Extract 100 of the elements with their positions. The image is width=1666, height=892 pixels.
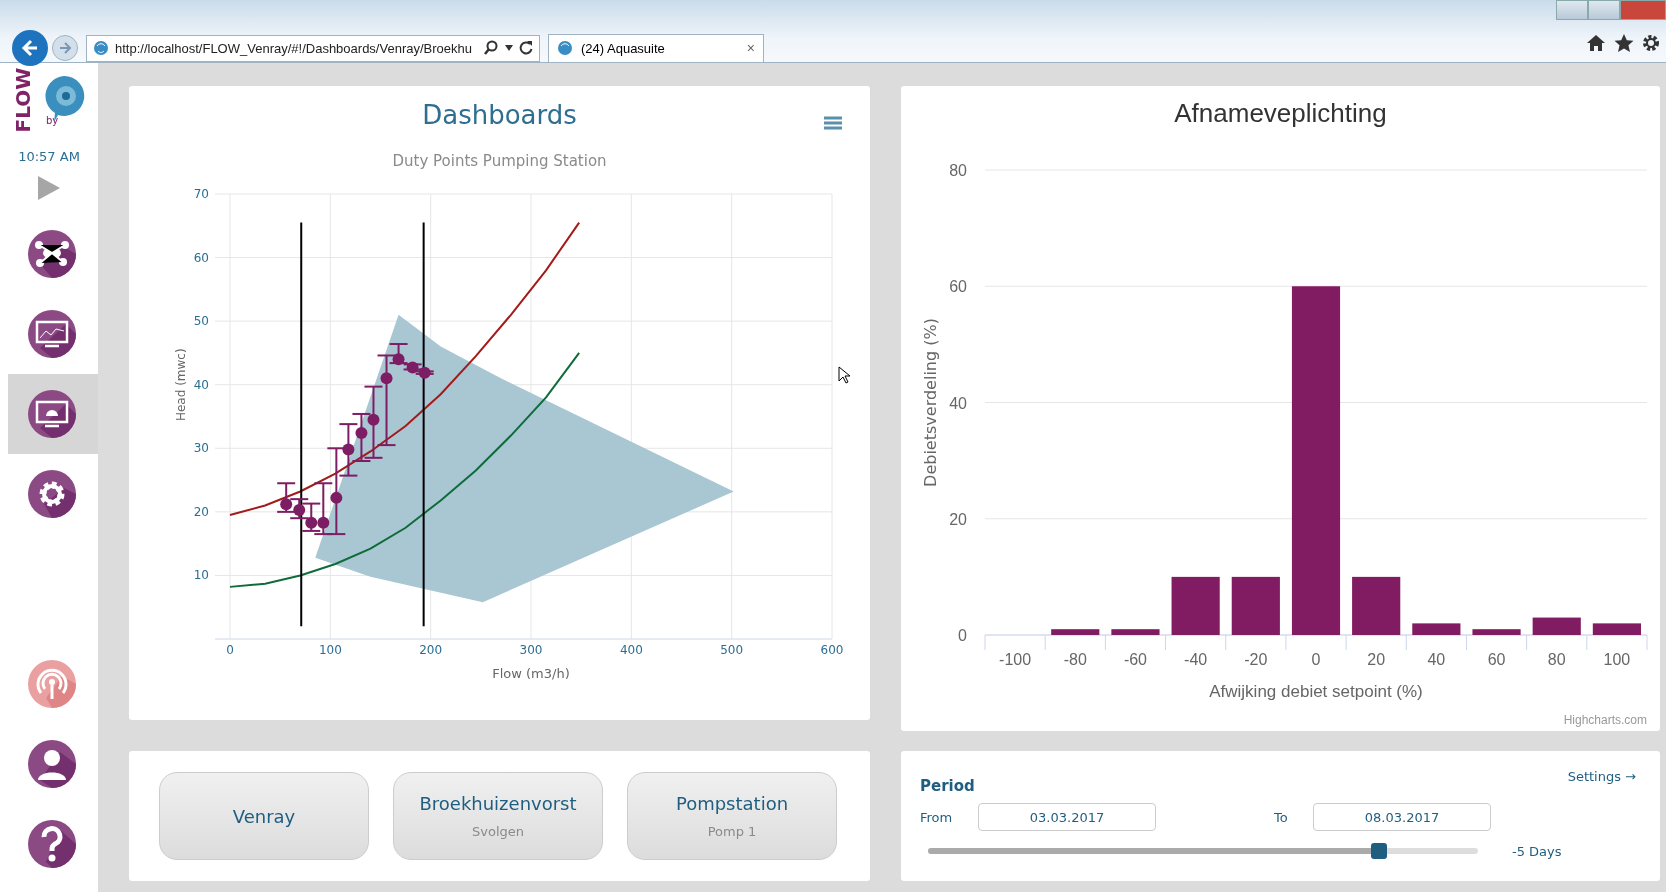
location-button[interactable]: Pompstation Pomp 1 bbox=[627, 772, 837, 860]
x-axis-title: Afwijking debiet setpoint (%) bbox=[1209, 682, 1423, 701]
url-text: http://localhost/FLOW_Venray/#!/Dashboards/Venray/Broekhu bbox=[115, 40, 473, 56]
axis-tick-label: 60 bbox=[949, 278, 967, 296]
axis-tick-label: 600 bbox=[820, 643, 844, 657]
axis-tick-label: -80 bbox=[1063, 651, 1087, 668]
data-point bbox=[305, 516, 318, 529]
cursor-icon bbox=[838, 366, 850, 384]
close-tab-button[interactable]: × bbox=[746, 40, 755, 56]
axis-tick-label: 50 bbox=[193, 314, 209, 329]
axis-tick-label: 100 bbox=[318, 643, 342, 657]
from-date-field[interactable]: 03.03.2017 bbox=[978, 803, 1156, 831]
home-icon[interactable] bbox=[1586, 34, 1606, 52]
globe-icon bbox=[93, 40, 109, 56]
back-button[interactable] bbox=[12, 30, 48, 66]
data-point bbox=[380, 372, 393, 385]
chart-subtitle: Duty Points Pumping Station bbox=[391, 152, 608, 172]
data-point bbox=[406, 361, 419, 374]
error-bar bbox=[289, 498, 310, 520]
caret-icon[interactable] bbox=[505, 45, 513, 51]
axis-tick-label: 40 bbox=[193, 377, 209, 392]
bar bbox=[1412, 623, 1461, 635]
logo-by-text: by bbox=[46, 115, 59, 126]
axis-tick-label: 400 bbox=[619, 643, 643, 657]
bar bbox=[1171, 576, 1220, 635]
settings-icon[interactable] bbox=[1642, 34, 1660, 52]
browser-tab[interactable]: (24) Aquasuite × bbox=[548, 33, 764, 63]
x-axis-title: Flow (m3/h) bbox=[492, 666, 570, 681]
bar bbox=[1111, 629, 1160, 635]
axis-tick-label: 20 bbox=[949, 510, 967, 528]
search-icon[interactable] bbox=[483, 40, 499, 56]
error-bar bbox=[276, 482, 297, 513]
data-point bbox=[342, 443, 355, 456]
bar bbox=[1532, 617, 1581, 635]
network-icon bbox=[26, 228, 78, 280]
settings-link[interactable]: Settings → bbox=[1567, 769, 1636, 784]
axis-tick-label: 20 bbox=[193, 504, 209, 519]
credit-text: Highcharts.com bbox=[1563, 713, 1647, 727]
forward-button[interactable] bbox=[52, 35, 78, 61]
sidebar-item[interactable] bbox=[8, 374, 98, 454]
user-icon bbox=[26, 738, 78, 790]
settings-icon bbox=[26, 468, 78, 520]
clock-time: 10:57 AM bbox=[17, 149, 81, 164]
range-label: -5 Days bbox=[1512, 843, 1562, 859]
data-point bbox=[330, 491, 343, 504]
axis-tick-label: 60 bbox=[193, 250, 209, 265]
address-bar[interactable]: http://localhost/FLOW_Venray/#!/Dashboards/Venray/Broekhu bbox=[86, 34, 540, 62]
data-point bbox=[418, 366, 431, 379]
data-point bbox=[355, 427, 368, 440]
globe-icon bbox=[557, 40, 573, 56]
bar bbox=[1472, 629, 1521, 635]
axis-tick-label: 60 bbox=[1487, 651, 1506, 668]
bar bbox=[1051, 629, 1100, 635]
signal-icon bbox=[26, 658, 78, 710]
bar bbox=[1231, 576, 1280, 635]
bar bbox=[1592, 623, 1641, 635]
axis-tick-label: 70 bbox=[193, 187, 209, 201]
logo-wordmark: FLOW bbox=[11, 67, 35, 133]
axis-tick-label: 0 bbox=[1311, 651, 1321, 668]
to-date-field[interactable]: 08.03.2017 bbox=[1313, 803, 1491, 831]
y-axis-title: Debietsverdeling (%) bbox=[921, 318, 940, 487]
axis-tick-label: 500 bbox=[720, 643, 744, 657]
axis-tick-label: 80 bbox=[1547, 651, 1566, 668]
chart-title: Afnameveplichting bbox=[1174, 98, 1387, 130]
to-label: To bbox=[1274, 809, 1289, 825]
y-axis-title: Head (mwc) bbox=[174, 348, 188, 422]
arrow-right-icon bbox=[58, 41, 72, 55]
axis-tick-label: 80 bbox=[949, 162, 967, 179]
axis-tick-label: 300 bbox=[519, 643, 543, 657]
monitor-chart-icon bbox=[26, 308, 78, 360]
data-point bbox=[280, 498, 293, 511]
arrow-left-icon bbox=[20, 38, 40, 58]
axis-tick-label: 0 bbox=[226, 643, 234, 657]
location-button[interactable]: Venray bbox=[159, 772, 369, 860]
axis-tick-label: 0 bbox=[958, 627, 967, 644]
data-point bbox=[293, 503, 306, 516]
axis-tick-label: 30 bbox=[193, 441, 209, 456]
chart-title: Dashboards bbox=[422, 100, 577, 132]
period-heading: Period bbox=[920, 777, 975, 795]
star-icon[interactable] bbox=[1614, 34, 1634, 52]
location-button[interactable]: Broekhuizenvorst Svolgen bbox=[393, 772, 603, 860]
from-label: From bbox=[920, 809, 954, 825]
menu-icon[interactable] bbox=[824, 116, 842, 130]
axis-tick-label: -40 bbox=[1184, 651, 1208, 668]
axis-tick-label: -100 bbox=[999, 651, 1032, 668]
axis-tick-label: 20 bbox=[1367, 651, 1386, 668]
data-point bbox=[392, 353, 405, 366]
data-point bbox=[367, 413, 380, 426]
data-point bbox=[317, 516, 330, 529]
refresh-icon[interactable] bbox=[519, 40, 533, 56]
axis-tick-label: 200 bbox=[419, 643, 443, 657]
bar bbox=[1352, 576, 1401, 635]
slider-thumb[interactable] bbox=[1371, 843, 1387, 859]
help-icon bbox=[26, 818, 78, 870]
axis-tick-label: -20 bbox=[1244, 651, 1268, 668]
axis-tick-label: 10 bbox=[193, 568, 209, 583]
axis-tick-label: 100 bbox=[1603, 651, 1631, 668]
axis-tick-label: 40 bbox=[1427, 651, 1446, 668]
axis-tick-label: 40 bbox=[949, 394, 967, 412]
axis-tick-label: -60 bbox=[1123, 651, 1147, 668]
